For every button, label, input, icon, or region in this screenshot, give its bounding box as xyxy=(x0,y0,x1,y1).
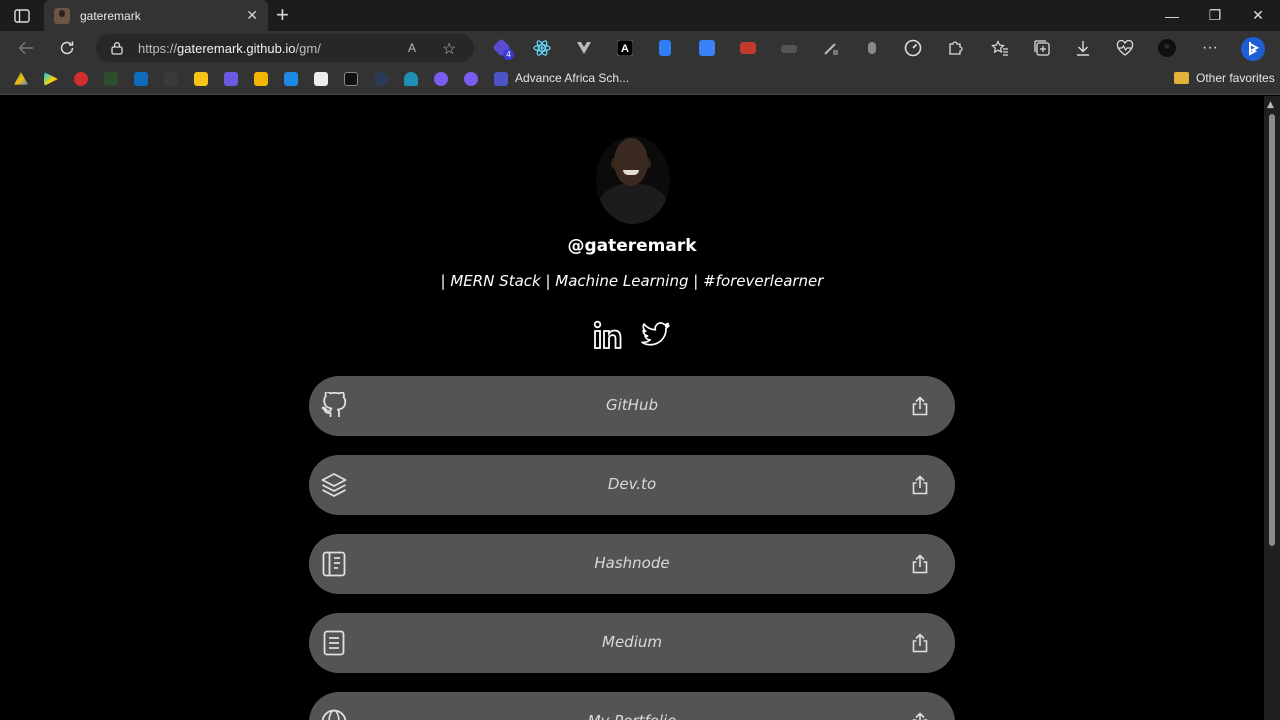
tab-bar: gateremark ✕ + — ❐ ✕ xyxy=(0,0,1280,31)
link-label: GitHub xyxy=(606,396,658,414)
downloads-icon[interactable] xyxy=(1074,39,1092,57)
link-button-medium[interactable]: Medium xyxy=(309,613,955,673)
profile-bio: | MERN Stack | Machine Learning | #forev… xyxy=(440,272,824,290)
extension-mouse-icon[interactable] xyxy=(863,39,881,57)
link-button-hashnode[interactable]: Hashnode xyxy=(309,534,955,594)
extensions-puzzle-icon[interactable] xyxy=(946,39,964,57)
extension-a-icon[interactable]: A xyxy=(616,39,634,57)
page-viewport: @gateremark | MERN Stack | Machine Learn… xyxy=(0,96,1264,720)
new-tab-button[interactable]: + xyxy=(276,4,289,26)
share-icon[interactable] xyxy=(909,553,931,575)
extension-gauge-icon[interactable] xyxy=(904,39,922,57)
read-aloud-icon[interactable]: A xyxy=(408,41,416,55)
bing-chat-icon[interactable] xyxy=(1240,36,1266,62)
link-button-github[interactable]: GitHub xyxy=(309,376,955,436)
page-scrollbar[interactable]: ▲ xyxy=(1264,96,1280,720)
tab-title: gateremark xyxy=(80,8,141,23)
link-button-devto[interactable]: Dev.to xyxy=(309,455,955,515)
profile-handle: @gateremark xyxy=(567,236,697,256)
share-icon[interactable] xyxy=(909,711,931,720)
bookmarks-bar: Advance Africa Sch... Other favorites xyxy=(0,64,1280,95)
back-button[interactable] xyxy=(15,37,37,59)
bookmark-purple-2-icon[interactable] xyxy=(464,72,478,86)
browser-toolbar: https://gateremark.github.io/gm/ A ☆ 4 A xyxy=(0,31,1280,64)
other-favorites-folder[interactable]: Other favorites xyxy=(1196,71,1275,85)
extension-translate-icon[interactable] xyxy=(699,40,715,56)
scrollbar-thumb[interactable] xyxy=(1269,114,1275,546)
advance-africa-bookmark-icon[interactable] xyxy=(494,72,508,86)
bookmark-cloud-icon[interactable] xyxy=(404,72,418,86)
tab-favicon-icon xyxy=(54,7,70,24)
favorite-star-icon[interactable]: ☆ xyxy=(442,39,456,59)
share-icon[interactable] xyxy=(909,395,931,417)
profile-avatar[interactable] xyxy=(1158,39,1176,57)
share-icon[interactable] xyxy=(909,474,931,496)
profile-avatar-image xyxy=(596,136,670,224)
bookmark-purple-icon[interactable] xyxy=(434,72,448,86)
outlook-bookmark-icon[interactable] xyxy=(134,72,148,86)
restore-button[interactable]: ❐ xyxy=(1193,0,1237,31)
google-keep-bookmark-icon[interactable] xyxy=(194,72,208,86)
linkedin-icon[interactable] xyxy=(592,318,626,352)
tab-close-icon[interactable]: ✕ xyxy=(246,7,258,24)
more-menu-icon[interactable]: ··· xyxy=(1201,39,1219,57)
refresh-button[interactable] xyxy=(56,37,78,59)
bookmark-code-icon[interactable] xyxy=(224,72,238,86)
extension-docs-icon[interactable] xyxy=(659,40,671,56)
twitter-icon[interactable] xyxy=(638,318,672,352)
bookmark-dark-icon[interactable] xyxy=(164,72,178,86)
share-icon[interactable] xyxy=(909,632,931,654)
link-label: Hashnode xyxy=(594,554,670,572)
browser-essentials-icon[interactable] xyxy=(1116,39,1134,57)
active-tab[interactable]: gateremark ✕ xyxy=(44,0,268,31)
scroll-up-arrow-icon[interactable]: ▲ xyxy=(1267,100,1274,110)
tab-actions-icon[interactable] xyxy=(10,6,34,26)
collections-icon[interactable] xyxy=(1033,39,1051,57)
bookmark-list-icon[interactable] xyxy=(284,72,298,86)
address-bar[interactable]: https://gateremark.github.io/gm/ A ☆ xyxy=(96,34,474,62)
url-text: https://gateremark.github.io/gm/ xyxy=(138,40,321,56)
svg-text:A: A xyxy=(621,43,629,55)
extension-dark-icon[interactable] xyxy=(781,45,797,53)
link-label: Dev.to xyxy=(607,475,657,493)
lock-icon[interactable] xyxy=(110,41,124,55)
google-play-bookmark-icon[interactable] xyxy=(44,72,58,86)
favorites-icon[interactable] xyxy=(991,39,1009,57)
bookmark-t-icon[interactable] xyxy=(344,72,358,86)
extension-badge: 4 xyxy=(503,49,514,60)
link-button-portfolio[interactable]: My Portfolio xyxy=(309,692,955,720)
link-label: My Portfolio xyxy=(309,712,955,720)
bookmark-white-icon[interactable] xyxy=(314,72,328,86)
bookmark-circle-icon[interactable] xyxy=(374,72,388,86)
vue-devtools-icon[interactable] xyxy=(575,39,593,57)
extension-pen-icon[interactable] xyxy=(822,39,840,57)
google-drive-bookmark-icon[interactable] xyxy=(14,72,28,85)
extension-calendar-icon[interactable] xyxy=(740,42,756,54)
google-slides-bookmark-icon[interactable] xyxy=(254,72,268,86)
bookmark-red-icon[interactable] xyxy=(74,72,88,86)
react-devtools-icon[interactable] xyxy=(533,39,551,57)
close-window-button[interactable]: ✕ xyxy=(1236,0,1280,31)
advance-africa-bookmark[interactable]: Advance Africa Sch... xyxy=(515,71,629,85)
folder-icon xyxy=(1174,72,1189,84)
bookmark-hackerrank-icon[interactable] xyxy=(104,72,118,86)
link-label: Medium xyxy=(602,633,662,651)
minimize-button[interactable]: — xyxy=(1150,0,1194,31)
